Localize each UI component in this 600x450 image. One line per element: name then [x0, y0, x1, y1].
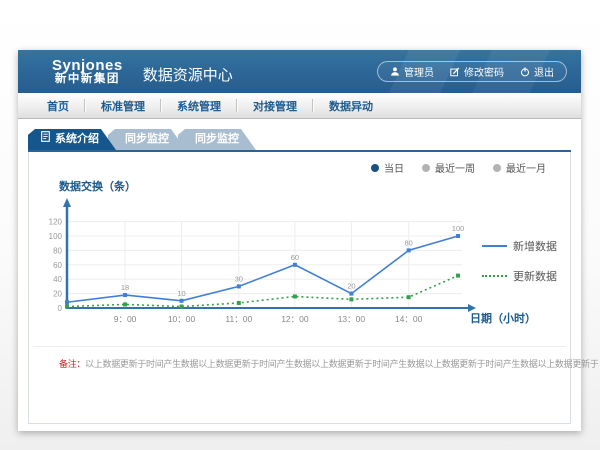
- edit-icon: [450, 67, 460, 77]
- legend-item-new-data[interactable]: 新增数据: [482, 238, 568, 254]
- chart-panel: 当日 最近一周 最近一月 数据交换（条） 0 20 40 60 80 100 120 9：00…: [28, 152, 571, 424]
- nav-item-system-mgmt[interactable]: 系统管理: [162, 98, 236, 114]
- logout-icon: [520, 67, 530, 77]
- radio-dot-icon: [422, 164, 430, 172]
- legend-label: 更新数据: [513, 268, 557, 284]
- nav-item-standard-mgmt[interactable]: 标准管理: [86, 98, 160, 114]
- nav-item-interface-mgmt[interactable]: 对接管理: [238, 98, 312, 114]
- svg-text:80: 80: [53, 246, 62, 255]
- note-prefix: 备注：: [59, 359, 85, 369]
- svg-text:10：00: 10：00: [168, 314, 196, 324]
- svg-text:60: 60: [291, 253, 299, 262]
- logo-text-en: Synjones: [52, 58, 123, 74]
- svg-text:11：00: 11：00: [225, 314, 252, 324]
- current-user-button[interactable]: 管理员: [390, 64, 434, 79]
- tab-bar: 系统介绍 同步监控 同步监控: [28, 129, 571, 152]
- tab-label: 同步监控: [125, 129, 169, 150]
- svg-text:20: 20: [53, 290, 62, 299]
- legend-item-update-data[interactable]: 更新数据: [482, 268, 568, 284]
- svg-text:80: 80: [405, 238, 413, 247]
- user-menu-label: 退出: [534, 64, 554, 79]
- legend-label: 新增数据: [513, 238, 557, 254]
- user-menu-label: 管理员: [404, 64, 434, 79]
- company-logo: Synjones 新中新集团: [52, 58, 123, 86]
- filter-last-month[interactable]: 最近一月: [493, 160, 546, 175]
- content-area: 系统介绍 同步监控 同步监控 当日 最近一周: [18, 119, 581, 424]
- dotted-line-swatch-icon: [482, 275, 507, 277]
- user-icon: [390, 66, 400, 77]
- svg-text:14：00: 14：00: [395, 314, 423, 324]
- svg-text:30: 30: [235, 274, 243, 283]
- svg-text:10: 10: [177, 289, 185, 298]
- svg-text:100: 100: [49, 232, 63, 241]
- time-range-filters: 当日 最近一周 最近一月: [371, 160, 546, 175]
- svg-text:18: 18: [121, 283, 129, 292]
- svg-text:60: 60: [53, 261, 62, 270]
- document-icon: [41, 129, 50, 150]
- svg-text:9：00: 9：00: [114, 314, 137, 324]
- logout-button[interactable]: 退出: [520, 64, 554, 79]
- svg-text:0: 0: [58, 304, 63, 313]
- tab-system-intro[interactable]: 系统介绍: [28, 129, 116, 150]
- user-menu: 管理员 修改密码 退出: [377, 61, 567, 82]
- note-text: 以上数据更新于时间产生数据以上数据更新于时间产生数据以上数据更新于时间产生数据以…: [85, 359, 598, 369]
- main-nav: 首页 标准管理 系统管理 对接管理 数据异动: [18, 93, 581, 119]
- filter-last-week[interactable]: 最近一周: [422, 160, 475, 175]
- svg-text:12：00: 12：00: [281, 314, 309, 324]
- solid-line-swatch-icon: [482, 245, 507, 247]
- svg-text:20: 20: [347, 282, 355, 291]
- line-chart: 0 20 40 60 80 100 120 9：00 10：00 11：00 12：00 13：00 1…: [37, 196, 502, 328]
- filter-label: 当日: [384, 160, 404, 175]
- filter-label: 最近一月: [506, 160, 546, 175]
- y-axis-title: 数据交换（条）: [59, 178, 136, 194]
- svg-text:13：00: 13：00: [338, 314, 366, 324]
- app-header: Synjones 新中新集团 数据资源中心 管理员 修改密码 退出: [18, 50, 581, 93]
- logo-text-cn: 新中新集团: [52, 73, 123, 85]
- change-password-button[interactable]: 修改密码: [450, 64, 504, 79]
- chart-legend: 新增数据 更新数据: [482, 238, 568, 298]
- note-divider: [33, 346, 566, 347]
- svg-text:100: 100: [452, 224, 465, 233]
- filter-label: 最近一周: [435, 160, 475, 175]
- svg-text:120: 120: [49, 218, 63, 227]
- nav-item-data-change[interactable]: 数据异动: [314, 98, 388, 114]
- tab-label: 系统介绍: [55, 129, 99, 150]
- radio-dot-icon: [371, 164, 379, 172]
- filter-today[interactable]: 当日: [371, 160, 404, 175]
- footer-note: 备注：以上数据更新于时间产生数据以上数据更新于时间产生数据以上数据更新于时间产生…: [59, 357, 598, 370]
- app-window: Synjones 新中新集团 数据资源中心 管理员 修改密码 退出: [18, 50, 581, 431]
- page-title: 数据资源中心: [143, 58, 233, 85]
- nav-item-home[interactable]: 首页: [32, 98, 84, 114]
- user-menu-label: 修改密码: [464, 64, 504, 79]
- radio-dot-icon: [493, 164, 501, 172]
- svg-text:40: 40: [53, 275, 62, 284]
- tab-sync-monitor-2[interactable]: 同步监控: [178, 129, 256, 150]
- tab-label: 同步监控: [195, 129, 239, 150]
- tab-sync-monitor-1[interactable]: 同步监控: [108, 129, 186, 150]
